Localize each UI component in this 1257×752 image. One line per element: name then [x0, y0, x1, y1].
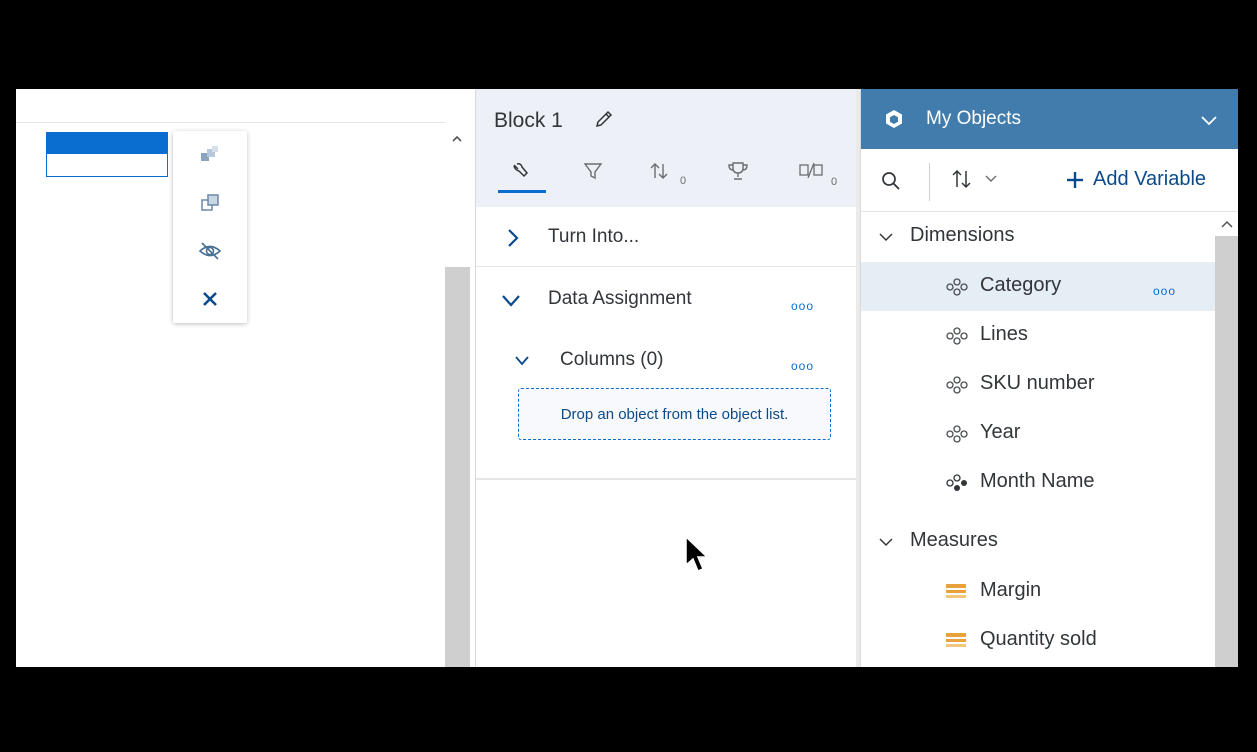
scroll-thumb[interactable] [1215, 236, 1238, 667]
chevron-right-icon [508, 229, 519, 247]
close-icon[interactable] [173, 275, 247, 323]
canvas-scrollbar[interactable] [445, 89, 470, 667]
chevron-down-icon[interactable] [501, 294, 521, 308]
chevron-down-icon[interactable] [879, 233, 893, 242]
add-variable-button[interactable]: Add Variable [1065, 168, 1206, 191]
break-icon [799, 162, 823, 179]
data-assignment-section: Data Assignment ooo Columns (0) ooo Drop… [476, 267, 856, 480]
sort-icon [650, 163, 668, 179]
trophy-icon [728, 162, 748, 180]
scroll-up-icon[interactable] [451, 133, 463, 145]
block-context-toolbar [173, 131, 247, 323]
tree-item-sku-number[interactable]: SKU number [861, 360, 1215, 409]
edit-pencil-icon[interactable] [593, 108, 615, 130]
web-intelligence-app: Block 1 0 0 Turn Into... Data Assignment… [16, 89, 1238, 667]
tab-build[interactable] [494, 151, 546, 193]
tree-group-dimensions[interactable]: Dimensions [861, 212, 1215, 261]
tab-ranking[interactable] [712, 151, 764, 191]
mouse-cursor-icon [685, 535, 709, 572]
objects-panel-header[interactable]: My Objects [861, 89, 1238, 149]
chevron-down-icon[interactable] [879, 538, 893, 547]
wrench-icon [513, 163, 529, 178]
tree-item-quantity-sold[interactable]: Quantity sold [861, 616, 1215, 665]
dimension-icon [946, 327, 968, 345]
dimension-icon [946, 278, 968, 296]
data-assignment-more-button[interactable]: ooo [791, 299, 814, 313]
measure-icon [946, 584, 966, 598]
columns-drop-zone[interactable]: Drop an object from the object list. [518, 388, 831, 440]
duplicate-icon[interactable] [173, 179, 247, 227]
tab-filter[interactable] [567, 151, 619, 191]
chevron-down-icon[interactable] [514, 355, 530, 367]
dimension-icon [946, 474, 967, 491]
add-variable-label: Add Variable [1093, 168, 1207, 190]
tree-item-margin[interactable]: Margin [861, 567, 1215, 616]
scroll-thumb[interactable] [445, 267, 470, 667]
plus-icon [1067, 171, 1083, 188]
cube-icon [886, 110, 902, 128]
tree-item-category[interactable]: Category ooo [861, 262, 1215, 311]
turn-into-section[interactable]: Turn Into... [476, 207, 856, 267]
tree-item-month-name[interactable]: Month Name [861, 458, 1215, 507]
chevron-down-icon [985, 175, 997, 182]
canvas-ruler [16, 89, 456, 123]
chevron-down-icon[interactable] [1200, 115, 1218, 126]
object-tree: Dimensions Category ooo Lines SKU number… [861, 212, 1215, 667]
tree-group-measures[interactable]: Measures [861, 517, 1215, 566]
block-title: Block 1 [494, 109, 563, 132]
sort-icon [952, 169, 971, 189]
objects-panel: My Objects Add Variable Dimensions Categ… [860, 89, 1238, 667]
dimension-icon [946, 425, 968, 443]
tree-item-lines[interactable]: Lines [861, 311, 1215, 360]
measure-icon [946, 633, 966, 647]
columns-label: Columns (0) [560, 349, 664, 370]
block-header: Block 1 0 0 [476, 89, 856, 207]
search-icon[interactable] [881, 171, 901, 191]
dimension-icon [946, 376, 968, 394]
hide-icon[interactable] [173, 227, 247, 275]
tab-breaks[interactable]: 0 [786, 151, 838, 191]
drop-zone-text: Drop an object from the object list. [560, 405, 789, 423]
columns-more-button[interactable]: ooo [791, 359, 814, 373]
tree-item-year[interactable]: Year [861, 409, 1215, 458]
group-icon[interactable] [173, 131, 247, 179]
data-assignment-label: Data Assignment [548, 288, 692, 309]
objects-panel-title: My Objects [926, 108, 1022, 129]
category-more-button[interactable]: ooo [1153, 284, 1176, 298]
scroll-up-icon[interactable] [1221, 220, 1233, 228]
tab-sort[interactable]: 0 [634, 151, 686, 191]
table-block[interactable] [46, 132, 168, 177]
toolbar-separator [929, 163, 930, 201]
sort-button[interactable] [949, 167, 997, 191]
turn-into-label: Turn Into... [548, 226, 640, 247]
block-properties-panel: Block 1 0 0 Turn Into... Data Assignment… [475, 89, 860, 667]
objects-toolbar: Add Variable [861, 149, 1238, 212]
report-canvas[interactable] [16, 89, 470, 667]
objects-scrollbar[interactable] [1215, 212, 1238, 667]
filter-icon [583, 163, 603, 180]
